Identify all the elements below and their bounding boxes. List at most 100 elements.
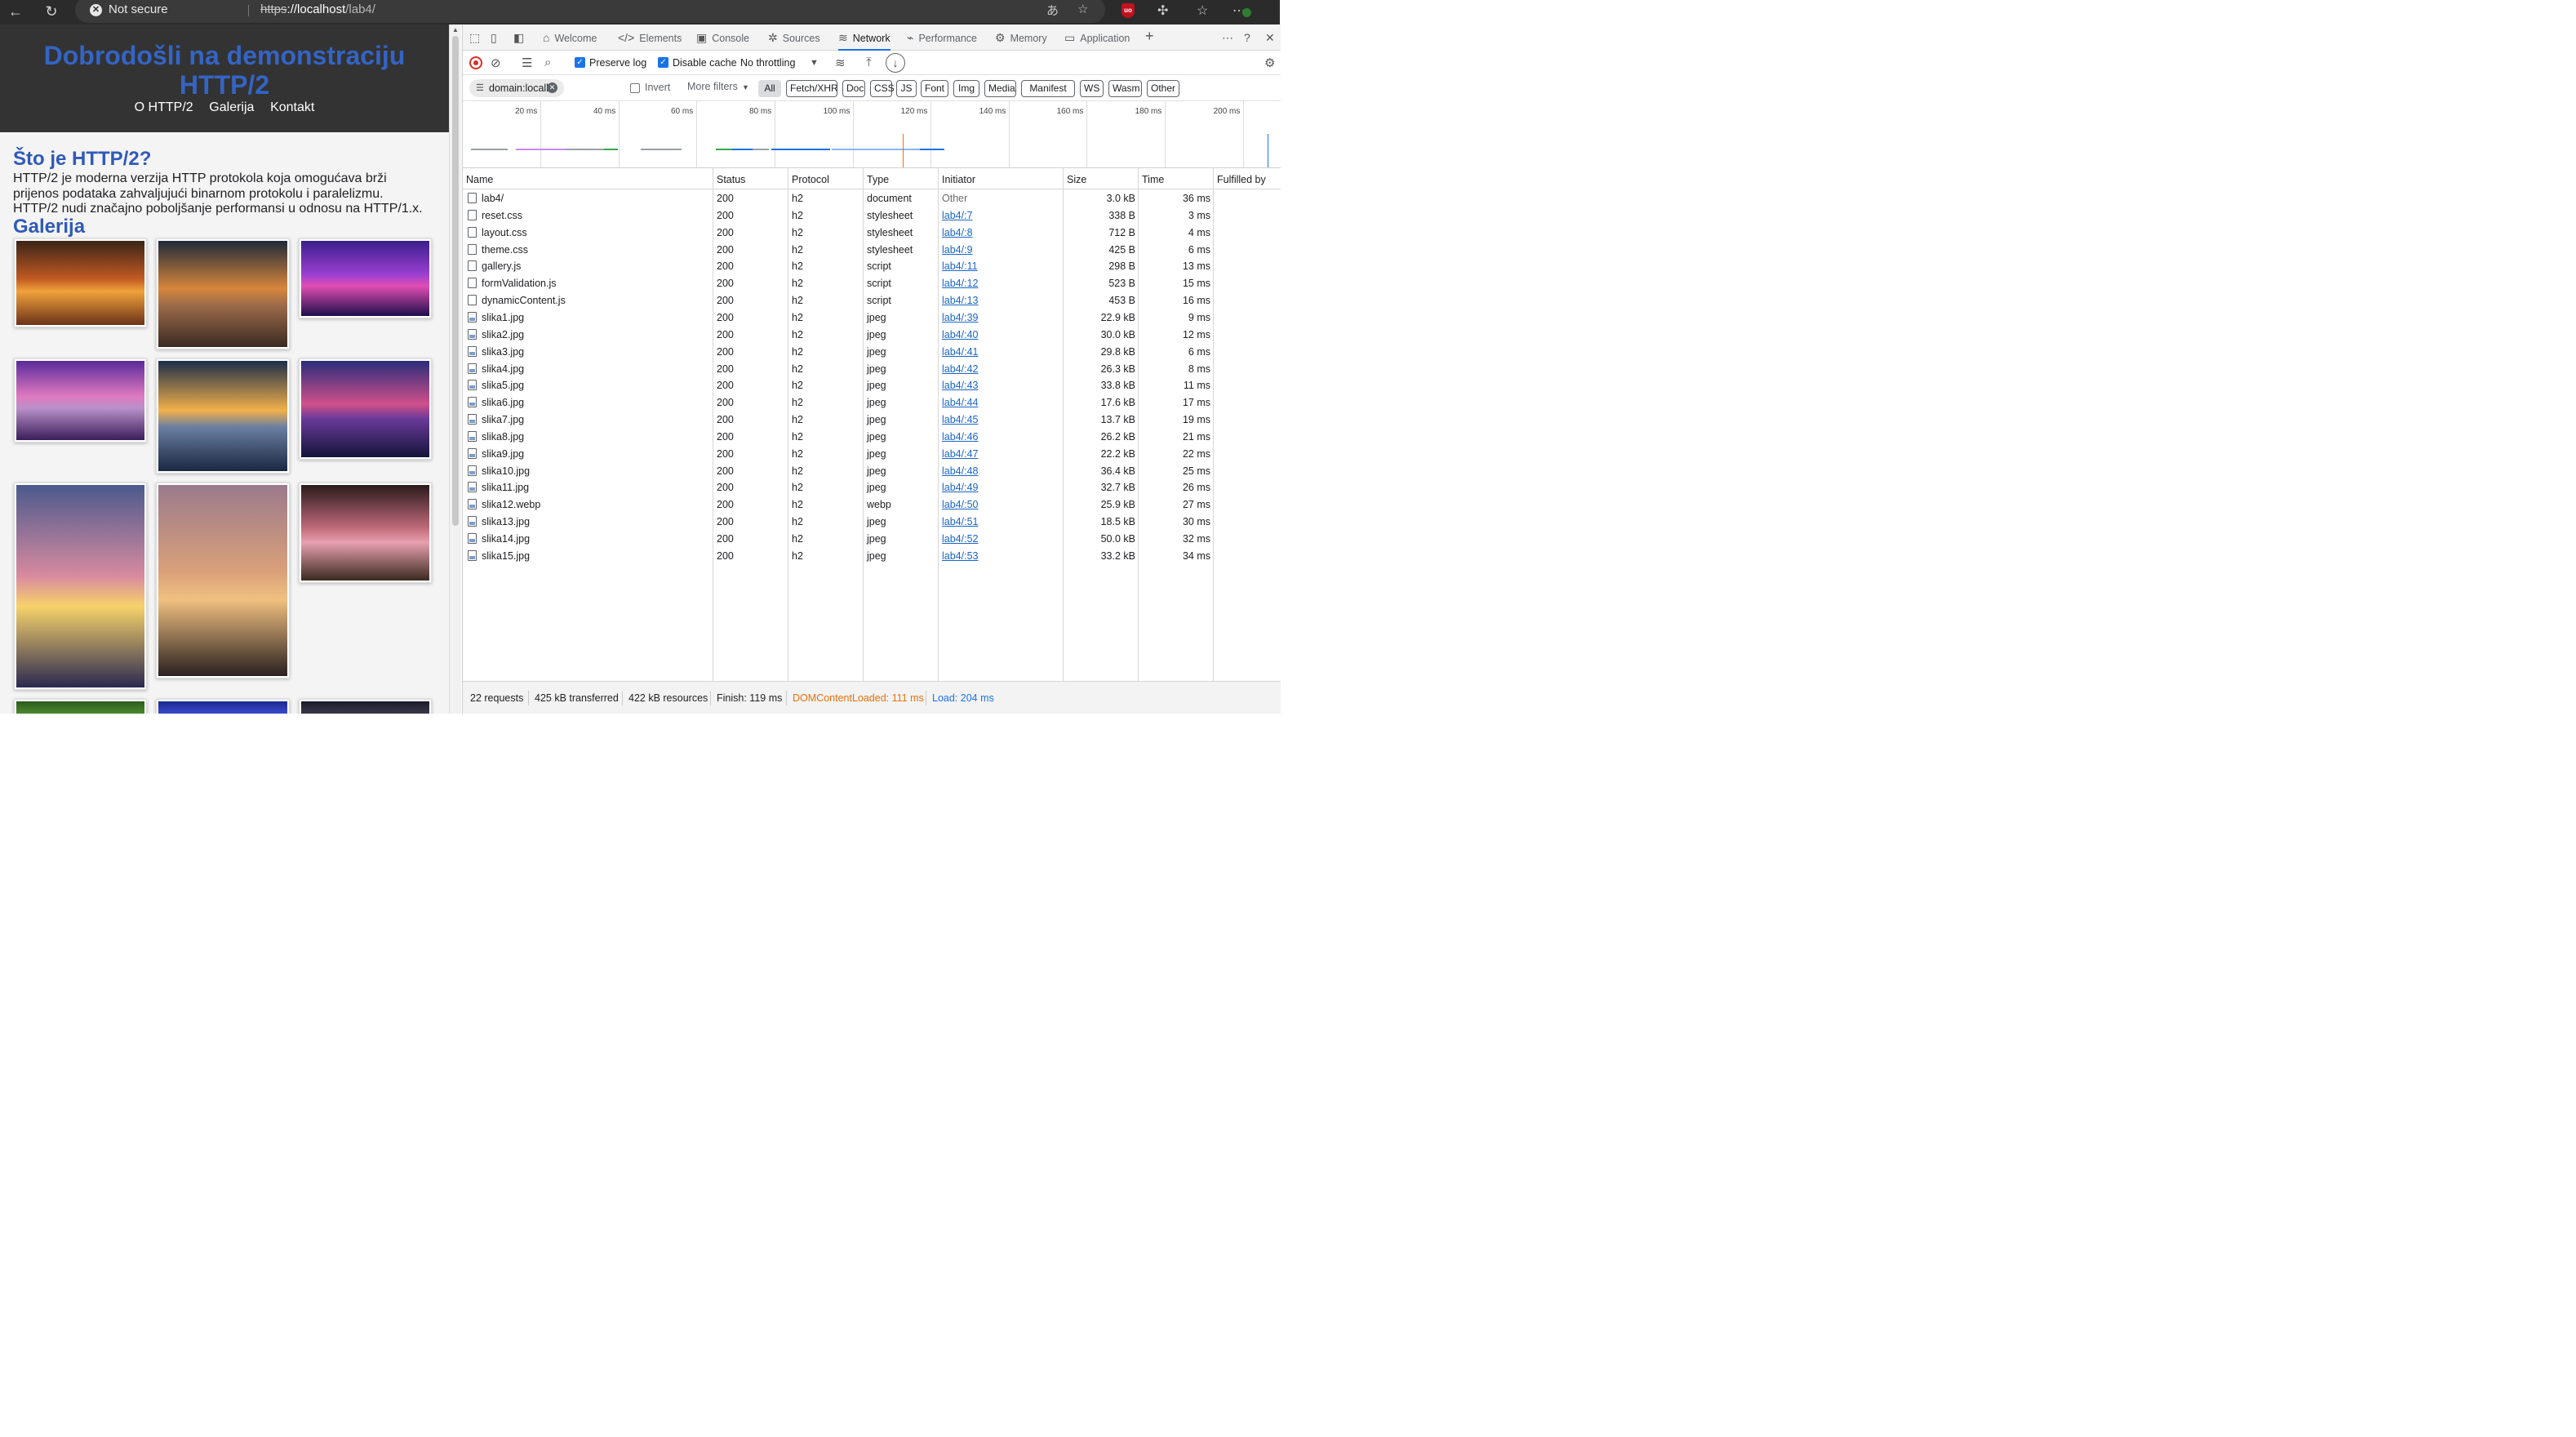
reload-icon[interactable]: ↻ — [41, 2, 62, 21]
security-label[interactable]: Not secure — [109, 2, 168, 16]
column-header-fulfilled-by[interactable]: Fulfilled by — [1217, 174, 1266, 185]
table-row[interactable]: slika14.jpg 200 h2 jpeg lab4/:52 50.0 kB 32 ms — [463, 531, 1281, 548]
table-row[interactable]: slika1.jpg 200 h2 jpeg lab4/:39 22.9 kB 9 ms — [463, 309, 1281, 327]
request-name-cell[interactable]: slika11.jpg — [468, 482, 529, 493]
filter-type-other[interactable]: Other — [1147, 80, 1179, 97]
request-name-cell[interactable]: slika6.jpg — [468, 397, 524, 408]
more-filters-chevron-icon[interactable]: ▼ — [742, 83, 749, 91]
table-row[interactable]: reset.css 200 h2 stylesheet lab4/:7 338 B 3 ms — [463, 207, 1281, 225]
table-row[interactable]: slika7.jpg 200 h2 jpeg lab4/:45 13.7 kB 19 ms — [463, 412, 1281, 429]
filter-input[interactable]: ☰ domain:locall ✕ — [469, 79, 564, 97]
request-name[interactable]: slika9.jpg — [482, 448, 524, 460]
tab-network[interactable]: ≋ Network — [838, 24, 890, 51]
request-name[interactable]: slika4.jpg — [482, 363, 524, 375]
request-initiator[interactable]: lab4/:39 — [942, 312, 978, 323]
chevron-down-icon[interactable]: ▼ — [810, 58, 819, 68]
filter-type-media[interactable]: Media — [984, 80, 1016, 97]
table-row[interactable]: slika9.jpg 200 h2 jpeg lab4/:47 22.2 kB 22 ms — [463, 446, 1281, 463]
request-name-cell[interactable]: dynamicContent.js — [468, 295, 566, 306]
column-header-initiator[interactable]: Initiator — [942, 174, 975, 185]
request-name-cell[interactable]: reset.css — [468, 209, 522, 221]
request-name[interactable]: slika14.jpg — [482, 533, 530, 545]
gallery-image-partial[interactable] — [299, 699, 432, 714]
add-tab-icon[interactable]: + — [1145, 28, 1154, 45]
request-name[interactable]: reset.css — [482, 210, 522, 221]
request-name-cell[interactable]: lab4/ — [468, 193, 504, 204]
request-name-cell[interactable]: slika7.jpg — [468, 414, 524, 425]
ublock-extension-icon[interactable]: uo — [1121, 3, 1135, 18]
request-name-cell[interactable]: slika15.jpg — [468, 549, 530, 562]
request-name[interactable]: slika7.jpg — [482, 414, 524, 425]
request-initiator[interactable]: lab4/:43 — [942, 380, 978, 391]
request-initiator[interactable]: lab4/:41 — [942, 346, 978, 358]
filter-type-wasm[interactable]: Wasm — [1108, 80, 1142, 97]
request-initiator[interactable]: lab4/:51 — [942, 516, 978, 527]
tab-console[interactable]: ▣ Console — [696, 24, 749, 51]
more-filters-button[interactable]: More filters — [687, 81, 738, 92]
column-divider[interactable] — [1063, 168, 1064, 681]
throttling-select[interactable]: No throttling — [740, 57, 795, 69]
nav-link-about[interactable]: O HTTP/2 — [135, 100, 193, 114]
gallery-image-sunset-valley[interactable] — [14, 238, 147, 327]
inspect-element-icon[interactable]: ⬚ — [469, 31, 480, 45]
request-initiator[interactable]: lab4/:48 — [942, 465, 978, 477]
table-row[interactable]: slika5.jpg 200 h2 jpeg lab4/:43 33.8 kB 11 ms — [463, 377, 1281, 394]
request-name[interactable]: gallery.js — [482, 260, 521, 272]
request-name-cell[interactable]: slika4.jpg — [468, 363, 524, 375]
request-name-cell[interactable]: slika9.jpg — [468, 447, 524, 460]
column-header-protocol[interactable]: Protocol — [792, 174, 829, 185]
gallery-image-sunset-waves[interactable] — [156, 358, 290, 474]
help-icon[interactable]: ? — [1244, 31, 1250, 44]
invert-checkbox[interactable] — [630, 83, 640, 93]
tab-sources[interactable]: ✲ Sources — [768, 24, 820, 51]
request-initiator[interactable]: lab4/:11 — [942, 260, 978, 272]
gallery-image-purple-palm[interactable] — [299, 358, 432, 460]
request-name-cell[interactable]: gallery.js — [468, 260, 521, 272]
table-row[interactable]: slika13.jpg 200 h2 jpeg lab4/:51 18.5 kB 30 ms — [463, 514, 1281, 531]
network-settings-icon[interactable]: ⚙ — [1264, 56, 1275, 70]
scroll-up-icon[interactable]: ▲ — [452, 26, 459, 33]
gallery-image-rose[interactable] — [299, 483, 432, 583]
filter-type-js[interactable]: JS — [896, 80, 917, 97]
column-header-time[interactable]: Time — [1142, 174, 1164, 185]
favorite-star-icon[interactable]: ☆ — [1077, 2, 1088, 16]
request-initiator[interactable]: lab4/:52 — [942, 533, 978, 545]
tab-memory[interactable]: ⚙ Memory — [995, 24, 1047, 51]
filter-type-img[interactable]: Img — [953, 80, 979, 97]
import-har-icon[interactable]: ⤒ — [866, 56, 872, 69]
request-name-cell[interactable]: slika3.jpg — [468, 345, 524, 358]
request-initiator[interactable]: lab4/:13 — [942, 295, 978, 306]
table-row[interactable]: gallery.js 200 h2 script lab4/:11 298 B 13 ms — [463, 258, 1281, 275]
request-initiator[interactable]: Other — [942, 193, 967, 204]
search-icon[interactable]: ⌕ — [544, 56, 551, 69]
table-row[interactable]: layout.css 200 h2 stylesheet lab4/:8 712 B 4 m… — [463, 225, 1281, 242]
request-initiator[interactable]: lab4/:46 — [942, 431, 978, 443]
gallery-image-partial[interactable] — [156, 699, 290, 714]
nav-link-contact[interactable]: Kontakt — [270, 100, 314, 114]
request-name-cell[interactable]: layout.css — [468, 226, 527, 238]
extensions-icon[interactable]: ✣ — [1157, 2, 1168, 19]
table-row[interactable]: slika4.jpg 200 h2 jpeg lab4/:42 26.3 kB 8 ms — [463, 361, 1281, 378]
column-divider[interactable] — [863, 168, 864, 681]
request-name[interactable]: formValidation.js — [482, 278, 556, 289]
back-arrow-icon[interactable]: ← — [5, 2, 26, 21]
tab-elements[interactable]: </> Elements — [618, 24, 682, 51]
network-overview-timeline[interactable]: 20 ms 40 ms 60 ms 80 ms 100 ms 120 ms 140 ms 16… — [463, 101, 1281, 168]
request-initiator[interactable]: lab4/:42 — [942, 363, 978, 375]
request-name[interactable]: slika10.jpg — [482, 465, 530, 477]
request-name-cell[interactable]: slika5.jpg — [468, 380, 524, 391]
network-conditions-icon[interactable]: ≋ — [835, 56, 846, 70]
tab-performance[interactable]: ⌁ Performance — [907, 24, 977, 51]
gallery-image-purple-beach[interactable] — [14, 358, 147, 443]
table-row[interactable]: slika3.jpg 200 h2 jpeg lab4/:41 29.8 kB 6 ms — [463, 344, 1281, 361]
column-header-type[interactable]: Type — [867, 174, 889, 185]
request-initiator[interactable]: lab4/:7 — [942, 210, 973, 221]
record-button[interactable] — [469, 56, 482, 69]
request-name[interactable]: slika8.jpg — [482, 431, 524, 443]
gallery-image-sunset-beach-rock[interactable] — [156, 238, 290, 349]
request-name-cell[interactable]: slika12.webp — [468, 499, 540, 510]
column-divider[interactable] — [1213, 168, 1214, 681]
device-emulation-icon[interactable]: ▯ — [491, 31, 497, 45]
request-name[interactable]: slika13.jpg — [482, 516, 530, 527]
invert-label[interactable]: Invert — [645, 82, 670, 93]
